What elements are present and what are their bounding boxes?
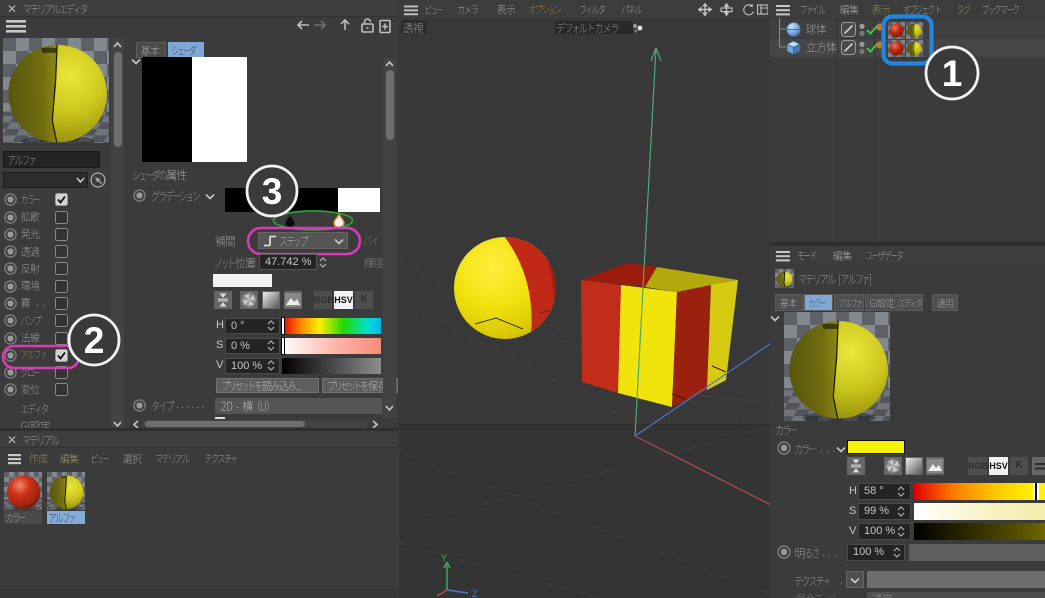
svg-text:3: 3: [262, 171, 283, 212]
svg-text:Z: Z: [472, 589, 478, 598]
svg-text:1: 1: [942, 53, 963, 94]
svg-text:2: 2: [84, 320, 105, 361]
svg-text:Y: Y: [441, 553, 447, 563]
